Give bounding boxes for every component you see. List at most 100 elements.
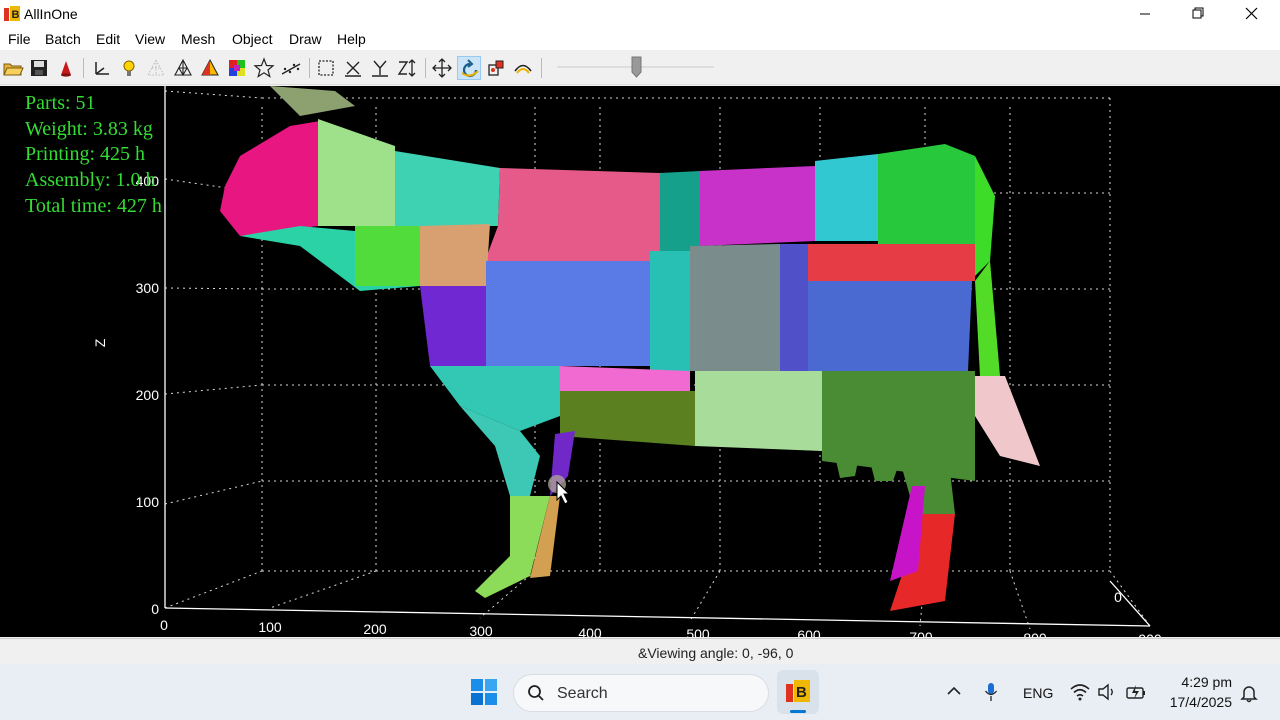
menu-batch[interactable]: Batch	[45, 31, 81, 47]
taskbar-search-box[interactable]: Search	[513, 674, 769, 712]
menu-draw[interactable]: Draw	[289, 31, 322, 47]
language-indicator[interactable]: ENG	[1023, 685, 1053, 701]
zoom-slider-thumb[interactable]	[631, 56, 642, 78]
z-axis-label: Z	[92, 338, 108, 347]
rotate-button[interactable]	[457, 56, 481, 80]
axis-x-icon	[345, 61, 361, 77]
scatter-icon	[281, 63, 301, 75]
svg-text:B: B	[12, 9, 20, 21]
stat-printing: Printing: 425 h	[25, 143, 146, 166]
star-button[interactable]	[252, 56, 276, 80]
microphone-icon[interactable]	[984, 682, 998, 702]
wifi-icon[interactable]	[1070, 683, 1090, 701]
rainbow-icon	[229, 60, 245, 76]
open-button[interactable]	[1, 56, 25, 80]
x-tick-800: 800	[1023, 630, 1047, 637]
minimize-button[interactable]	[1120, 0, 1172, 28]
wire-triangle-icon	[174, 58, 192, 77]
active-app-indicator	[790, 710, 806, 713]
clock-date: 17/4/2025	[1169, 694, 1232, 710]
axis-y-icon	[372, 60, 388, 77]
toolbar-separator	[309, 58, 310, 78]
z-tick-200: 200	[136, 387, 160, 403]
y-tick-0: 0	[1114, 589, 1122, 605]
viewport-3d[interactable]: 0 100 200 300 400 Z 0 100 200 300 400 50…	[0, 86, 1280, 637]
restore-icon	[1192, 7, 1204, 19]
cone-icon	[61, 61, 71, 77]
mesh-dots-button[interactable]	[144, 56, 168, 80]
star-icon	[253, 57, 275, 78]
color-map-button[interactable]	[225, 56, 249, 80]
taskbar-clock[interactable]: 4:29 pm 17/4/2025	[1162, 672, 1232, 712]
toolbar-separator	[541, 58, 542, 78]
chevron-up-icon[interactable]	[946, 684, 962, 698]
shaded-button[interactable]	[198, 56, 222, 80]
status-bar: &Viewing angle: 0, -96, 0	[0, 638, 1280, 665]
axes-button[interactable]	[90, 56, 114, 80]
x-tick-400: 400	[578, 625, 602, 637]
light-button[interactable]	[117, 56, 141, 80]
arc-button[interactable]	[511, 56, 535, 80]
app-logo-icon: B	[4, 6, 20, 21]
z-tick-300: 300	[136, 280, 160, 296]
scatter-button[interactable]	[279, 56, 303, 80]
wireframe-button[interactable]	[171, 56, 195, 80]
x-tick-0: 0	[160, 617, 168, 633]
window-title: AllInOne	[24, 6, 78, 22]
mesh-dots-icon	[147, 58, 165, 76]
close-button[interactable]	[1226, 0, 1278, 28]
battery-icon[interactable]	[1125, 683, 1147, 701]
model-stats: Parts: 51 Weight: 3.83 kg Printing: 425 …	[25, 91, 162, 220]
axes-icon	[95, 62, 109, 75]
x-tick-300: 300	[469, 623, 493, 637]
axis-z-icon	[397, 59, 416, 77]
menu-object[interactable]: Object	[232, 31, 272, 47]
cow-model	[220, 86, 1040, 611]
x-tick-600: 600	[797, 627, 821, 637]
cone-button[interactable]	[54, 56, 78, 80]
clock-time: 4:29 pm	[1181, 674, 1232, 690]
move-icon	[432, 58, 452, 78]
menu-file[interactable]: File	[8, 31, 31, 47]
x-tick-500: 500	[686, 626, 710, 637]
open-icon	[3, 63, 24, 76]
z-tick-0: 0	[151, 601, 159, 617]
stat-parts: Parts: 51	[25, 92, 96, 114]
menu-mesh[interactable]: Mesh	[181, 31, 215, 47]
svg-text:B: B	[796, 684, 807, 701]
stat-total: Total time: 427 h	[25, 194, 162, 217]
restore-button[interactable]	[1172, 0, 1224, 28]
viewing-angle-status: &Viewing angle: 0, -96, 0	[638, 645, 794, 661]
z-tick-100: 100	[136, 494, 160, 510]
bulb-icon	[123, 60, 135, 76]
parts-button[interactable]	[484, 56, 508, 80]
menu-edit[interactable]: Edit	[96, 31, 120, 47]
x-tick-700: 700	[909, 629, 933, 637]
parts-icon	[488, 60, 504, 76]
menu-bar: File Batch Edit View Mesh Object Draw He…	[0, 28, 1280, 50]
move-button[interactable]	[430, 56, 454, 80]
notification-bell-icon[interactable]	[1240, 683, 1258, 703]
minimize-icon	[1140, 13, 1150, 15]
search-label: Search	[557, 685, 608, 702]
volume-icon[interactable]	[1097, 683, 1117, 701]
menu-view[interactable]: View	[135, 31, 165, 47]
frame-button[interactable]	[314, 56, 338, 80]
menu-help[interactable]: Help	[337, 31, 366, 47]
toolbar-separator	[425, 58, 426, 78]
save-button[interactable]	[27, 56, 51, 80]
x-tick-200: 200	[363, 621, 387, 637]
close-icon	[1245, 7, 1258, 20]
search-icon	[528, 685, 544, 701]
x-tick-100: 100	[258, 619, 282, 635]
axis-y-button[interactable]	[368, 56, 392, 80]
axis-z-button[interactable]	[395, 56, 419, 80]
frame-icon	[318, 60, 334, 76]
axis-x-button[interactable]	[341, 56, 365, 80]
taskbar-app-allinone[interactable]: B	[777, 670, 819, 714]
rotate-icon	[461, 59, 479, 78]
color-triangle-icon	[201, 58, 219, 76]
windows-start-icon[interactable]	[470, 678, 498, 706]
stat-weight: Weight: 3.83 kg	[25, 117, 153, 140]
toolbar-separator	[83, 58, 84, 78]
